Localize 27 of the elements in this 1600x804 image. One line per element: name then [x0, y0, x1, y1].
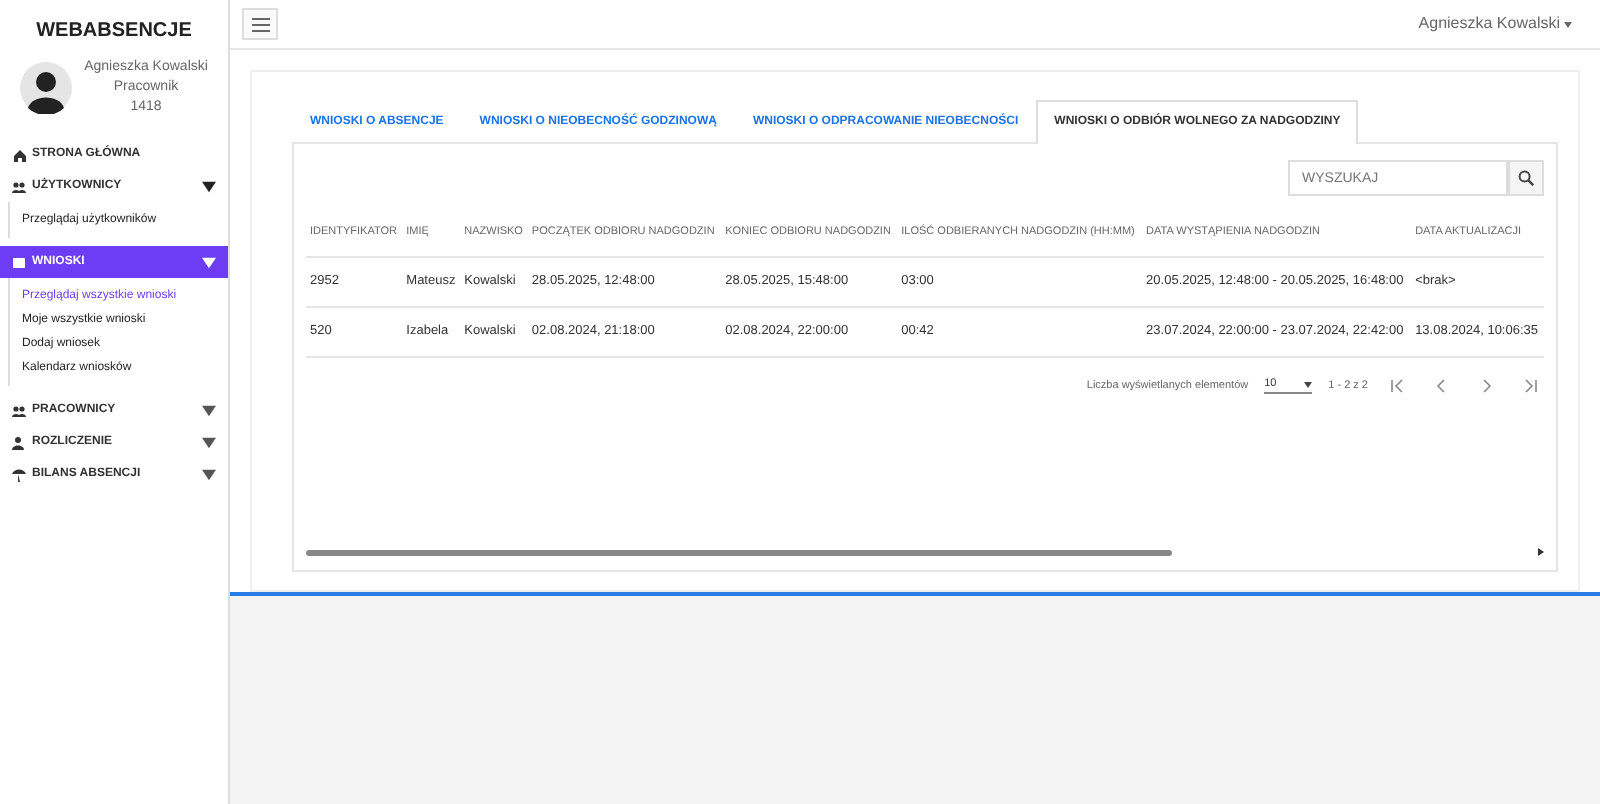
- document-icon: [12, 255, 26, 270]
- search-button[interactable]: [1508, 160, 1544, 196]
- horizontal-scrollbar[interactable]: [306, 546, 1544, 558]
- caret-icon: [202, 255, 216, 270]
- caret-icon: [1564, 21, 1572, 27]
- previous-page-icon: [1434, 377, 1450, 394]
- menu-icon: [251, 17, 269, 31]
- caret-icon: [202, 179, 216, 194]
- person-icon: [12, 435, 26, 450]
- caret-icon: [1304, 381, 1313, 388]
- search-icon: [1518, 170, 1534, 186]
- caret-icon: [202, 435, 216, 450]
- caret-icon: [202, 403, 216, 418]
- menu-button[interactable]: [242, 8, 278, 40]
- scroll-right-icon[interactable]: [1538, 548, 1544, 556]
- app-title: WEBABSENCJE: [34, 18, 194, 46]
- users-icon: [12, 403, 26, 418]
- user-menu[interactable]: Agnieszka Kowalski: [1418, 12, 1588, 36]
- caret-icon: [202, 467, 216, 482]
- scrollbar-thumb[interactable]: [306, 549, 1173, 555]
- users-icon: [12, 179, 26, 194]
- next-page-icon: [1478, 377, 1494, 394]
- avatar-icon: [20, 62, 72, 115]
- umbrella-icon: [12, 467, 26, 482]
- first-page-icon: [1390, 377, 1406, 394]
- last-page-icon: [1522, 377, 1538, 394]
- home-icon: [12, 147, 26, 162]
